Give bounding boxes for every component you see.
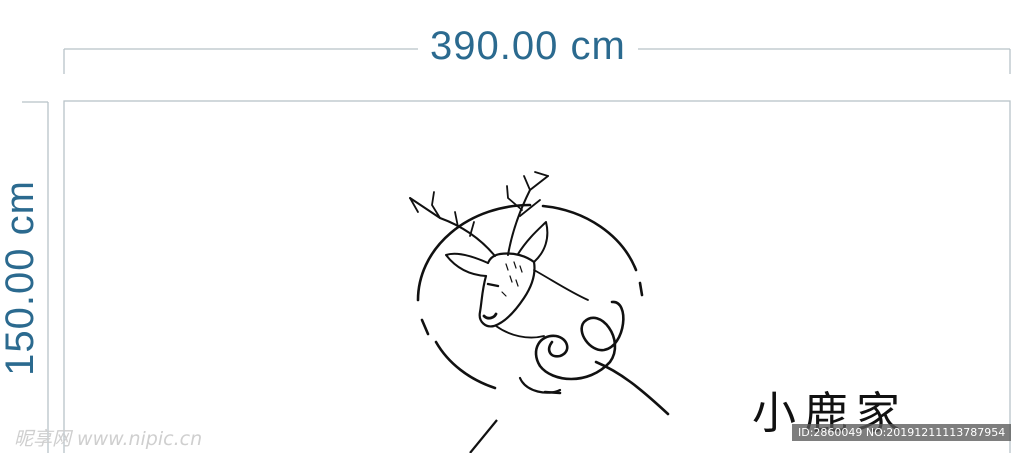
height-dimension-label: 150.00 cm — [0, 170, 42, 386]
deer-logo — [409, 171, 670, 416]
width-dimension-label: 390.00 cm — [418, 22, 638, 70]
watermark-right: ID:2860049 NO:20191211113787954 — [792, 424, 1012, 441]
watermark-left: 昵享网 www.nipic.cn — [14, 428, 203, 450]
bottom-stroke — [469, 419, 498, 453]
